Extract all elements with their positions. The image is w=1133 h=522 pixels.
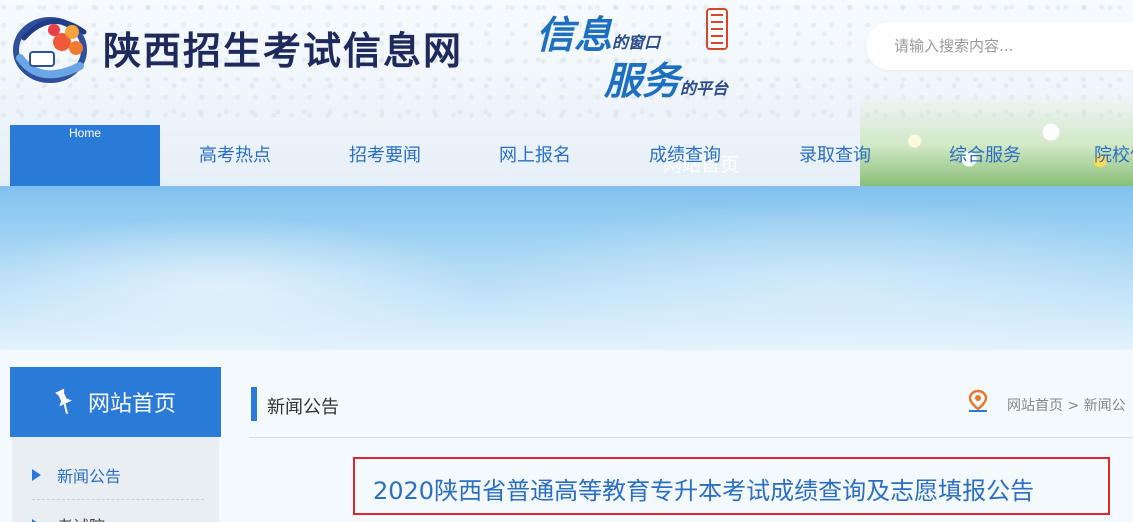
main-nav: 网站首页 Home 高考热点 招考要闻 网上报名 成绩查询 录取查询 综合服务 … [0, 125, 1133, 186]
section-accent-bar [251, 387, 257, 421]
slogan-line-2-small: 的平台 [680, 79, 729, 98]
search-input[interactable] [894, 37, 1114, 55]
triangle-right-icon [32, 469, 41, 481]
pushpin-icon [55, 388, 72, 415]
nav-item-online-register[interactable]: 网上报名 [499, 125, 571, 186]
nav-item-news[interactable]: 招考要闻 [349, 125, 421, 186]
slogan-graphic: 信息的窗口 服务的平台 [528, 2, 768, 103]
sidebar-divider [32, 499, 204, 500]
breadcrumb-home[interactable]: 网站首页 [1007, 398, 1063, 414]
main-panel: 新闻公告 网站首页 > 新闻公 2020陕西省普通高等教育专升本考试成绩查询及志… [249, 367, 1133, 522]
nav-item-score-query[interactable]: 成绩查询 [649, 125, 721, 186]
nav-item-schools[interactable]: 院校信 [1094, 125, 1133, 186]
sky-banner [0, 186, 1133, 350]
sidebar-item-label: 新闻公告 [57, 467, 122, 486]
slogan-line-2: 服务的平台 [604, 50, 728, 105]
article-highlight-box: 2020陕西省普通高等教育专升本考试成绩查询及志愿填报公告 [353, 457, 1110, 515]
search-box[interactable] [866, 22, 1133, 70]
nav-item-admission-query[interactable]: 录取查询 [799, 125, 871, 186]
sidebar-title: 网站首页 [88, 392, 177, 417]
seal-stamp [706, 8, 728, 50]
section-divider [249, 437, 1133, 438]
nav-item-gaokao-hot[interactable]: 高考热点 [199, 125, 271, 186]
breadcrumb-separator: > [1067, 398, 1080, 414]
section-title: 新闻公告 [267, 397, 339, 418]
breadcrumb-current[interactable]: 新闻公 [1084, 398, 1126, 414]
site-logo[interactable] [10, 8, 94, 86]
site-title: 陕西招生考试信息网 [103, 28, 464, 73]
sidebar-menu: 新闻公告 考试院 [12, 437, 219, 522]
sidebar-item-exam-institute[interactable]: 考试院 [32, 503, 202, 522]
breadcrumb: 网站首页 > 新闻公 [1007, 395, 1126, 415]
article-title[interactable]: 2020陕西省普通高等教育专升本考试成绩查询及志愿填报公告 [373, 471, 1034, 506]
slogan-line-1-main: 信息 [536, 12, 613, 57]
nav-home-sub: Home [68, 126, 101, 140]
slogan-line-2-main: 服务 [604, 58, 681, 103]
location-pin-icon [968, 389, 988, 412]
sidebar-item-news[interactable]: 新闻公告 [32, 453, 202, 497]
nav-item-services[interactable]: 综合服务 [949, 125, 1021, 186]
nav-home[interactable]: 网站首页 Home [10, 125, 739, 186]
sidebar-header: 网站首页 [10, 367, 221, 437]
sidebar-item-label: 考试院 [57, 513, 105, 522]
content-area: 网站首页 新闻公告 考试院 新闻公告 网站首页 > 新闻公 2020陕西省普通高… [0, 350, 1133, 522]
